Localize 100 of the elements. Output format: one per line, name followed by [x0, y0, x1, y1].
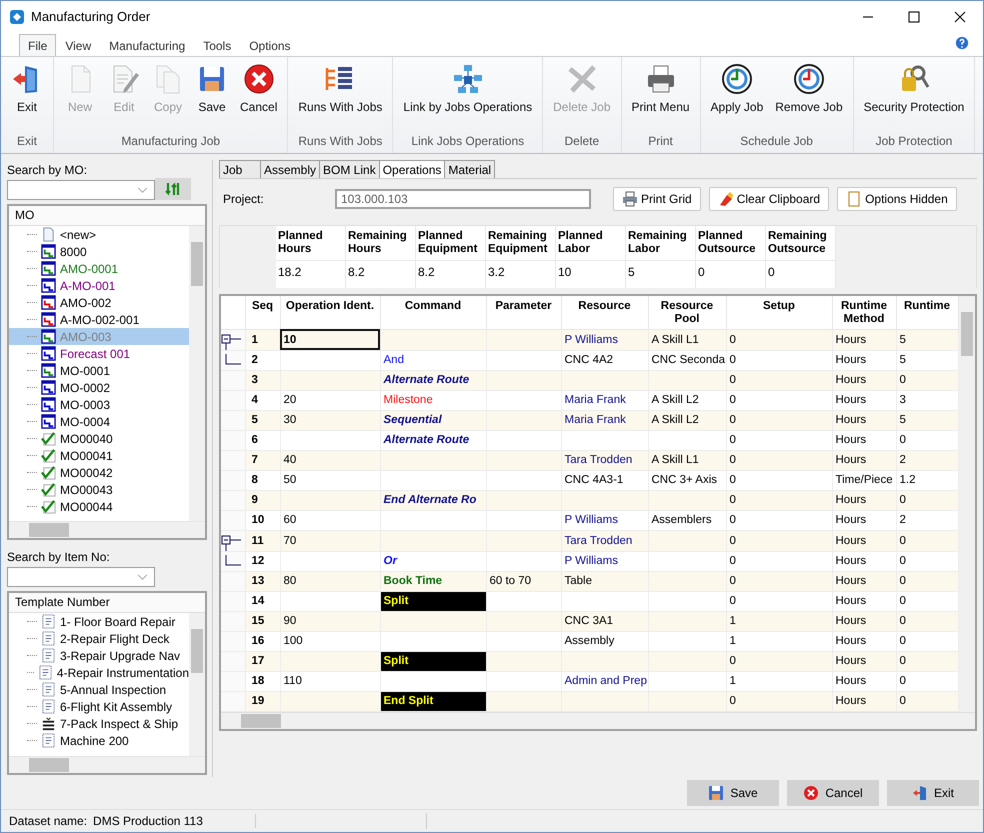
ribbon-button[interactable]: Print Menu	[628, 63, 694, 114]
project-field[interactable]: 103.000.103	[335, 189, 591, 209]
cancel-icon	[803, 785, 820, 801]
tree-item[interactable]: AMO-0001	[9, 260, 189, 277]
tree-item[interactable]: MO00040	[9, 430, 189, 447]
table-cell: Hours	[832, 350, 896, 370]
table-cell: Hours	[832, 329, 896, 350]
ribbon-tab[interactable]: View	[56, 34, 100, 56]
schedule-window-icon	[41, 414, 56, 429]
column-header[interactable]: Resource	[561, 296, 648, 329]
cancel-icon	[242, 63, 275, 95]
tree-item[interactable]: Forecast 001	[9, 345, 189, 362]
schedule-window-icon	[41, 346, 56, 361]
table-cell: Assembly	[561, 631, 648, 651]
table-cell: 20	[280, 390, 380, 410]
toolbar-button[interactable]: Print Grid	[613, 187, 701, 211]
table-cell: 100	[280, 631, 380, 651]
search-combo[interactable]	[7, 567, 155, 587]
column-header[interactable]: Setup	[726, 296, 832, 329]
table-cell-text: 0	[767, 264, 776, 281]
ribbon-tab[interactable]: File	[19, 34, 56, 56]
tree-item[interactable]: MO00042	[9, 464, 189, 481]
ribbon-button[interactable]: Remove Job	[771, 63, 847, 114]
tree-item[interactable]: MO-0003	[9, 396, 189, 413]
table-cell-text: End Alternate Ro	[382, 492, 478, 508]
ribbon-group-label: Manufacturing Job	[120, 133, 222, 150]
tree-item[interactable]: Machine 200	[9, 732, 189, 749]
tree-item[interactable]: MO-0001	[9, 362, 189, 379]
tab[interactable]: Operations	[378, 160, 446, 178]
scrollbar[interactable]	[221, 712, 975, 728]
tree-item[interactable]: A-MO-001	[9, 277, 189, 294]
tree-item[interactable]: MO00043	[9, 481, 189, 498]
column-header: Planned Equipment	[416, 226, 485, 261]
table-cell: CNC 4A3-1	[561, 470, 648, 490]
footer-button[interactable]: Save	[687, 780, 779, 806]
table-cell-text: 8.2	[417, 264, 436, 281]
column-header: Remaining Outsource	[766, 226, 835, 261]
column-header[interactable]: Runtime Method	[832, 296, 896, 329]
tree-item[interactable]: MO-0004	[9, 413, 189, 430]
tree-item[interactable]: 3-Repair Upgrade Nav	[9, 647, 189, 664]
ribbon-button[interactable]: Link by Jobs Operations	[399, 63, 536, 114]
ribbon-button[interactable]: Exit	[7, 63, 47, 114]
tree-item[interactable]: 7-Pack Inspect & Ship	[9, 715, 189, 732]
table-cell: 0	[726, 410, 832, 430]
column-header[interactable]: Seq	[245, 296, 280, 329]
ribbon-button[interactable]: Cancel	[236, 63, 282, 114]
ribbon-tab[interactable]: Options	[240, 34, 300, 56]
table-cell: 0	[726, 551, 832, 571]
scrollbar[interactable]	[189, 613, 205, 756]
toolbar-button[interactable]: Options Hidden	[837, 187, 957, 211]
table-cell: A Skill L2	[648, 390, 726, 410]
window-title: Manufacturing Order	[31, 9, 152, 24]
ribbon-button[interactable]: Security Protection	[860, 63, 968, 114]
toolbar-button[interactable]: Clear Clipboard	[708, 187, 830, 211]
scrollbar[interactable]	[958, 296, 974, 712]
tree-item[interactable]: 2-Repair Flight Deck	[9, 630, 189, 647]
search-combo[interactable]	[7, 180, 155, 200]
footer-button[interactable]: Exit	[887, 780, 979, 806]
ribbon-group-label: Exit	[16, 133, 38, 150]
tree-item[interactable]: 1- Floor Board Repair	[9, 613, 189, 630]
ribbon-button[interactable]: Save	[192, 63, 232, 114]
ribbon-tab[interactable]: Tools	[194, 34, 240, 56]
tab[interactable]: Material	[444, 160, 496, 178]
table-cell: Tara Trodden	[561, 450, 648, 470]
column-header[interactable]: Parameter	[486, 296, 561, 329]
tree-item[interactable]: 4-Repair Instrumentation	[9, 664, 189, 681]
ribbon-tab[interactable]: Manufacturing	[100, 34, 194, 56]
tab[interactable]: Job	[219, 160, 261, 178]
footer-button[interactable]: Cancel	[787, 780, 879, 806]
table-cell: 8	[245, 470, 280, 490]
tree-item[interactable]: A-MO-002-001	[9, 311, 189, 328]
table-cell-text: Milestone	[382, 392, 434, 408]
tree-item[interactable]: 8000	[9, 243, 189, 260]
tab[interactable]: Assembly	[260, 160, 320, 178]
tree-header: MO	[9, 206, 205, 226]
tab[interactable]: BOM Link	[319, 160, 380, 178]
table-cell: End Split	[380, 692, 486, 710]
help-icon[interactable]	[955, 36, 969, 50]
column-header[interactable]: Runtime	[896, 296, 958, 329]
table-cell: 2	[896, 510, 958, 530]
column-header[interactable]: Command	[380, 296, 486, 329]
tree-item[interactable]: 6-Flight Kit Assembly	[9, 698, 189, 715]
table-cell: Hours	[832, 430, 896, 450]
tree-item[interactable]: MO-0002	[9, 379, 189, 396]
column-header[interactable]: Operation Ident.	[280, 296, 380, 329]
scrollbar[interactable]	[189, 226, 205, 521]
ribbon-button[interactable]: Apply Job	[706, 63, 768, 114]
tree-item[interactable]: MO00041	[9, 447, 189, 464]
table-cell: 0	[896, 671, 958, 691]
tree-item[interactable]: MO00044	[9, 498, 189, 515]
tree-item[interactable]: AMO-002	[9, 294, 189, 311]
tree-item[interactable]: <new>	[9, 226, 189, 243]
tree-item[interactable]: 5-Annual Inspection	[9, 681, 189, 698]
scrollbar[interactable]	[9, 521, 205, 538]
table-cell: 6	[245, 430, 280, 450]
column-header[interactable]: Resource Pool	[648, 296, 726, 329]
refresh-button[interactable]	[155, 178, 191, 200]
ribbon-button[interactable]: Runs With Jobs	[294, 63, 386, 114]
scrollbar[interactable]	[9, 756, 205, 773]
table-cell-text: Alternate Route	[382, 432, 470, 448]
